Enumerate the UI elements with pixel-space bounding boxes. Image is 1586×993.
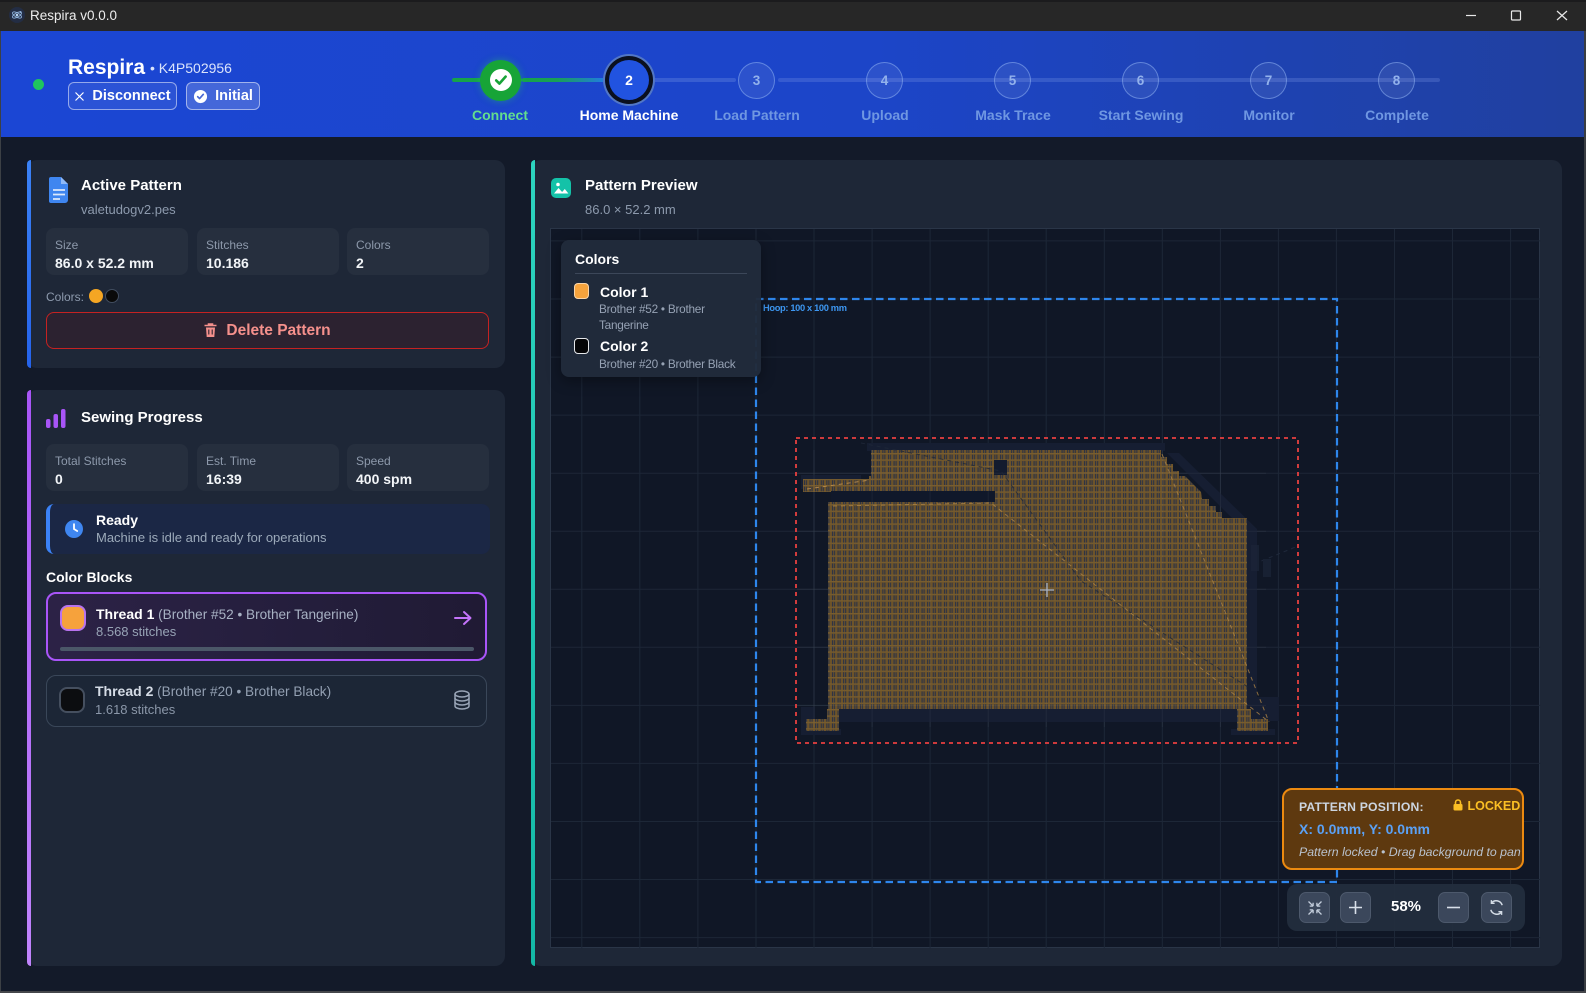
svg-text:Hoop: 100 x 100 mm: Hoop: 100 x 100 mm (763, 303, 847, 313)
